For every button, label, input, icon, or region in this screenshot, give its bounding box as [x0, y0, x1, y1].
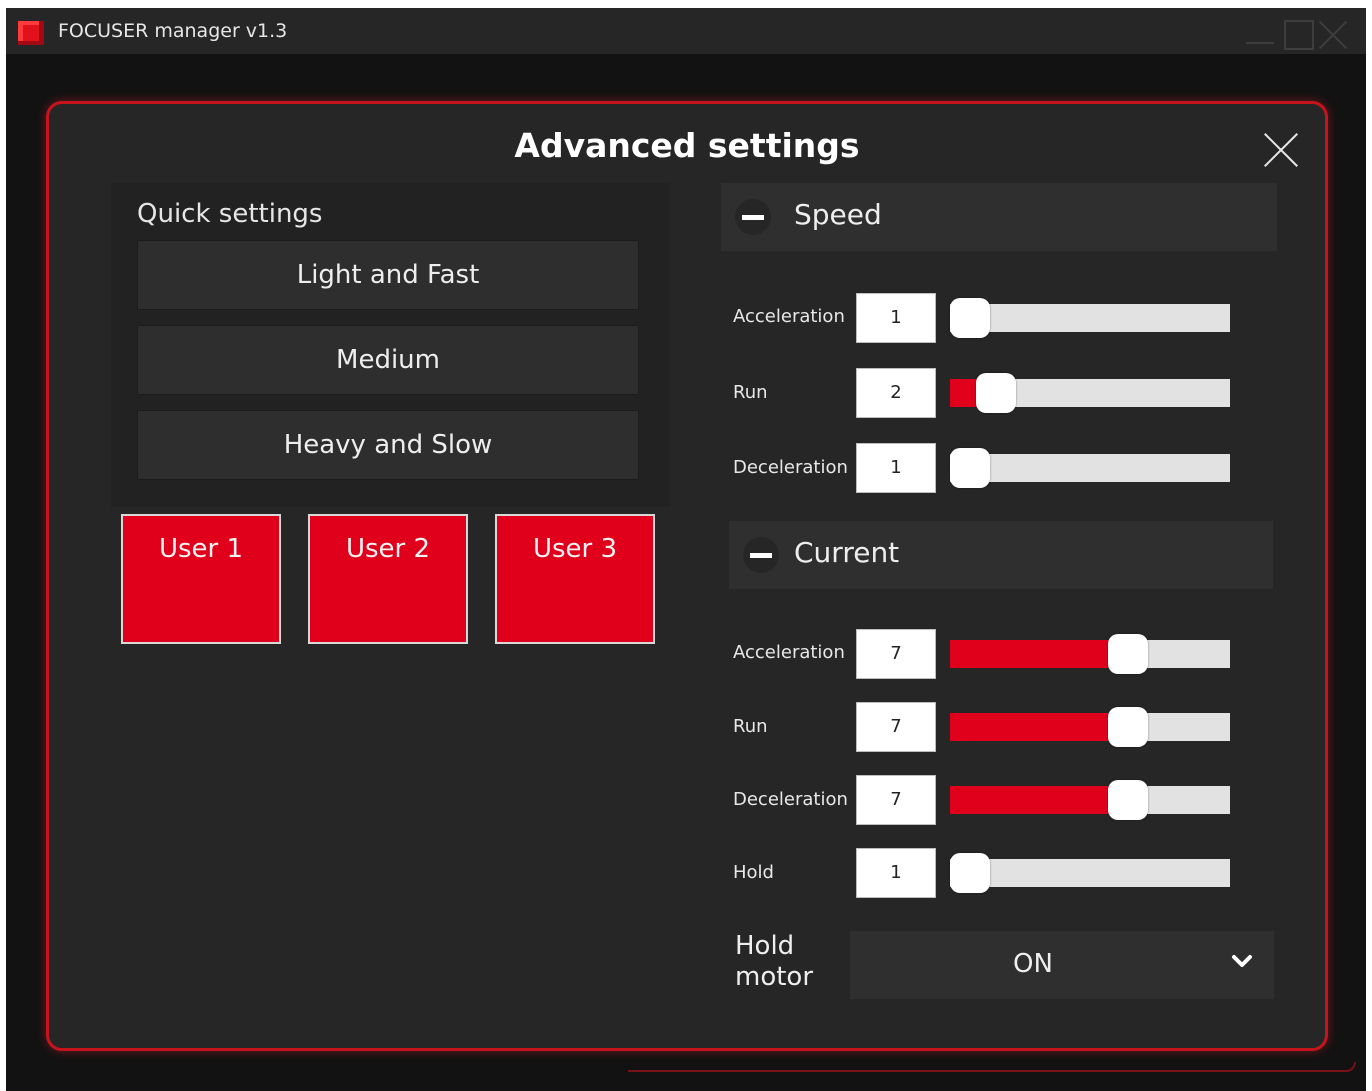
current-acceleration-label: Acceleration	[733, 642, 845, 663]
speed-acceleration-input[interactable]: 1	[856, 293, 936, 343]
current-run-slider[interactable]	[950, 702, 1230, 752]
slider-thumb[interactable]	[1108, 780, 1149, 820]
hold-motor-select[interactable]: ON	[850, 931, 1274, 999]
chevron-down-icon[interactable]	[1230, 949, 1254, 973]
speed-run-label: Run	[733, 382, 768, 403]
title-bar[interactable]: FOCUSER manager v1.3	[6, 8, 1366, 54]
speed-deceleration-slider[interactable]	[950, 443, 1230, 493]
slider-track	[950, 454, 1230, 482]
speed-section-header[interactable]: Speed	[721, 183, 1277, 251]
slider-thumb[interactable]	[950, 853, 990, 893]
current-deceleration-input[interactable]: 7	[856, 775, 936, 825]
dialog-title: Advanced settings	[514, 126, 860, 165]
background-panel-edge	[628, 1062, 1356, 1072]
slider-fill	[950, 713, 1129, 741]
user-1-button[interactable]: User 1	[121, 514, 281, 644]
minus-circle-icon[interactable]	[735, 199, 771, 235]
slider-track	[950, 304, 1230, 332]
window-title: FOCUSER manager v1.3	[58, 20, 288, 42]
speed-run-slider[interactable]	[950, 368, 1230, 418]
maximize-icon[interactable]	[1282, 18, 1314, 50]
current-hold-slider[interactable]	[950, 848, 1230, 898]
slider-fill	[950, 640, 1129, 668]
speed-deceleration-label: Deceleration	[733, 457, 848, 478]
slider-thumb[interactable]	[976, 373, 1017, 413]
user-2-button[interactable]: User 2	[308, 514, 468, 644]
app-icon	[18, 21, 44, 45]
current-hold-input[interactable]: 1	[856, 848, 936, 898]
preset-heavy-slow-button[interactable]: Heavy and Slow	[137, 410, 639, 480]
minus-circle-icon[interactable]	[743, 537, 779, 573]
current-deceleration-label: Deceleration	[733, 789, 848, 810]
speed-acceleration-slider[interactable]	[950, 293, 1230, 343]
current-run-label: Run	[733, 716, 768, 737]
current-acceleration-slider[interactable]	[950, 629, 1230, 679]
user-3-button[interactable]: User 3	[495, 514, 655, 644]
slider-thumb[interactable]	[1108, 707, 1149, 747]
window-close-icon[interactable]	[1318, 18, 1350, 50]
speed-run-input[interactable]: 2	[856, 368, 936, 418]
slider-track	[950, 859, 1230, 887]
slider-fill	[950, 786, 1129, 814]
hold-motor-selected-value: ON	[1013, 949, 1053, 979]
preset-light-fast-button[interactable]: Light and Fast	[137, 240, 639, 310]
slider-thumb[interactable]	[950, 448, 990, 488]
close-icon[interactable]	[1261, 130, 1301, 170]
minimize-icon[interactable]	[1244, 18, 1276, 50]
slider-thumb[interactable]	[950, 298, 990, 338]
hold-motor-label-line-2: motor	[735, 962, 814, 992]
current-section-header[interactable]: Current	[729, 521, 1273, 589]
hold-motor-label: Hold motor	[735, 931, 813, 993]
preset-medium-button[interactable]: Medium	[137, 325, 639, 395]
advanced-settings-dialog: Advanced settings Quick settings Light a…	[46, 101, 1328, 1051]
current-run-input[interactable]: 7	[856, 702, 936, 752]
slider-thumb[interactable]	[1108, 634, 1149, 674]
speed-section-label: Speed	[794, 198, 882, 231]
quick-settings-title: Quick settings	[137, 199, 323, 229]
current-section-label: Current	[794, 536, 900, 569]
current-deceleration-slider[interactable]	[950, 775, 1230, 825]
speed-acceleration-label: Acceleration	[733, 306, 845, 327]
current-hold-label: Hold	[733, 862, 774, 883]
quick-settings-panel: Quick settings Light and Fast Medium Hea…	[111, 183, 669, 507]
speed-deceleration-input[interactable]: 1	[856, 443, 936, 493]
current-acceleration-input[interactable]: 7	[856, 629, 936, 679]
hold-motor-label-line-1: Hold	[735, 931, 795, 961]
